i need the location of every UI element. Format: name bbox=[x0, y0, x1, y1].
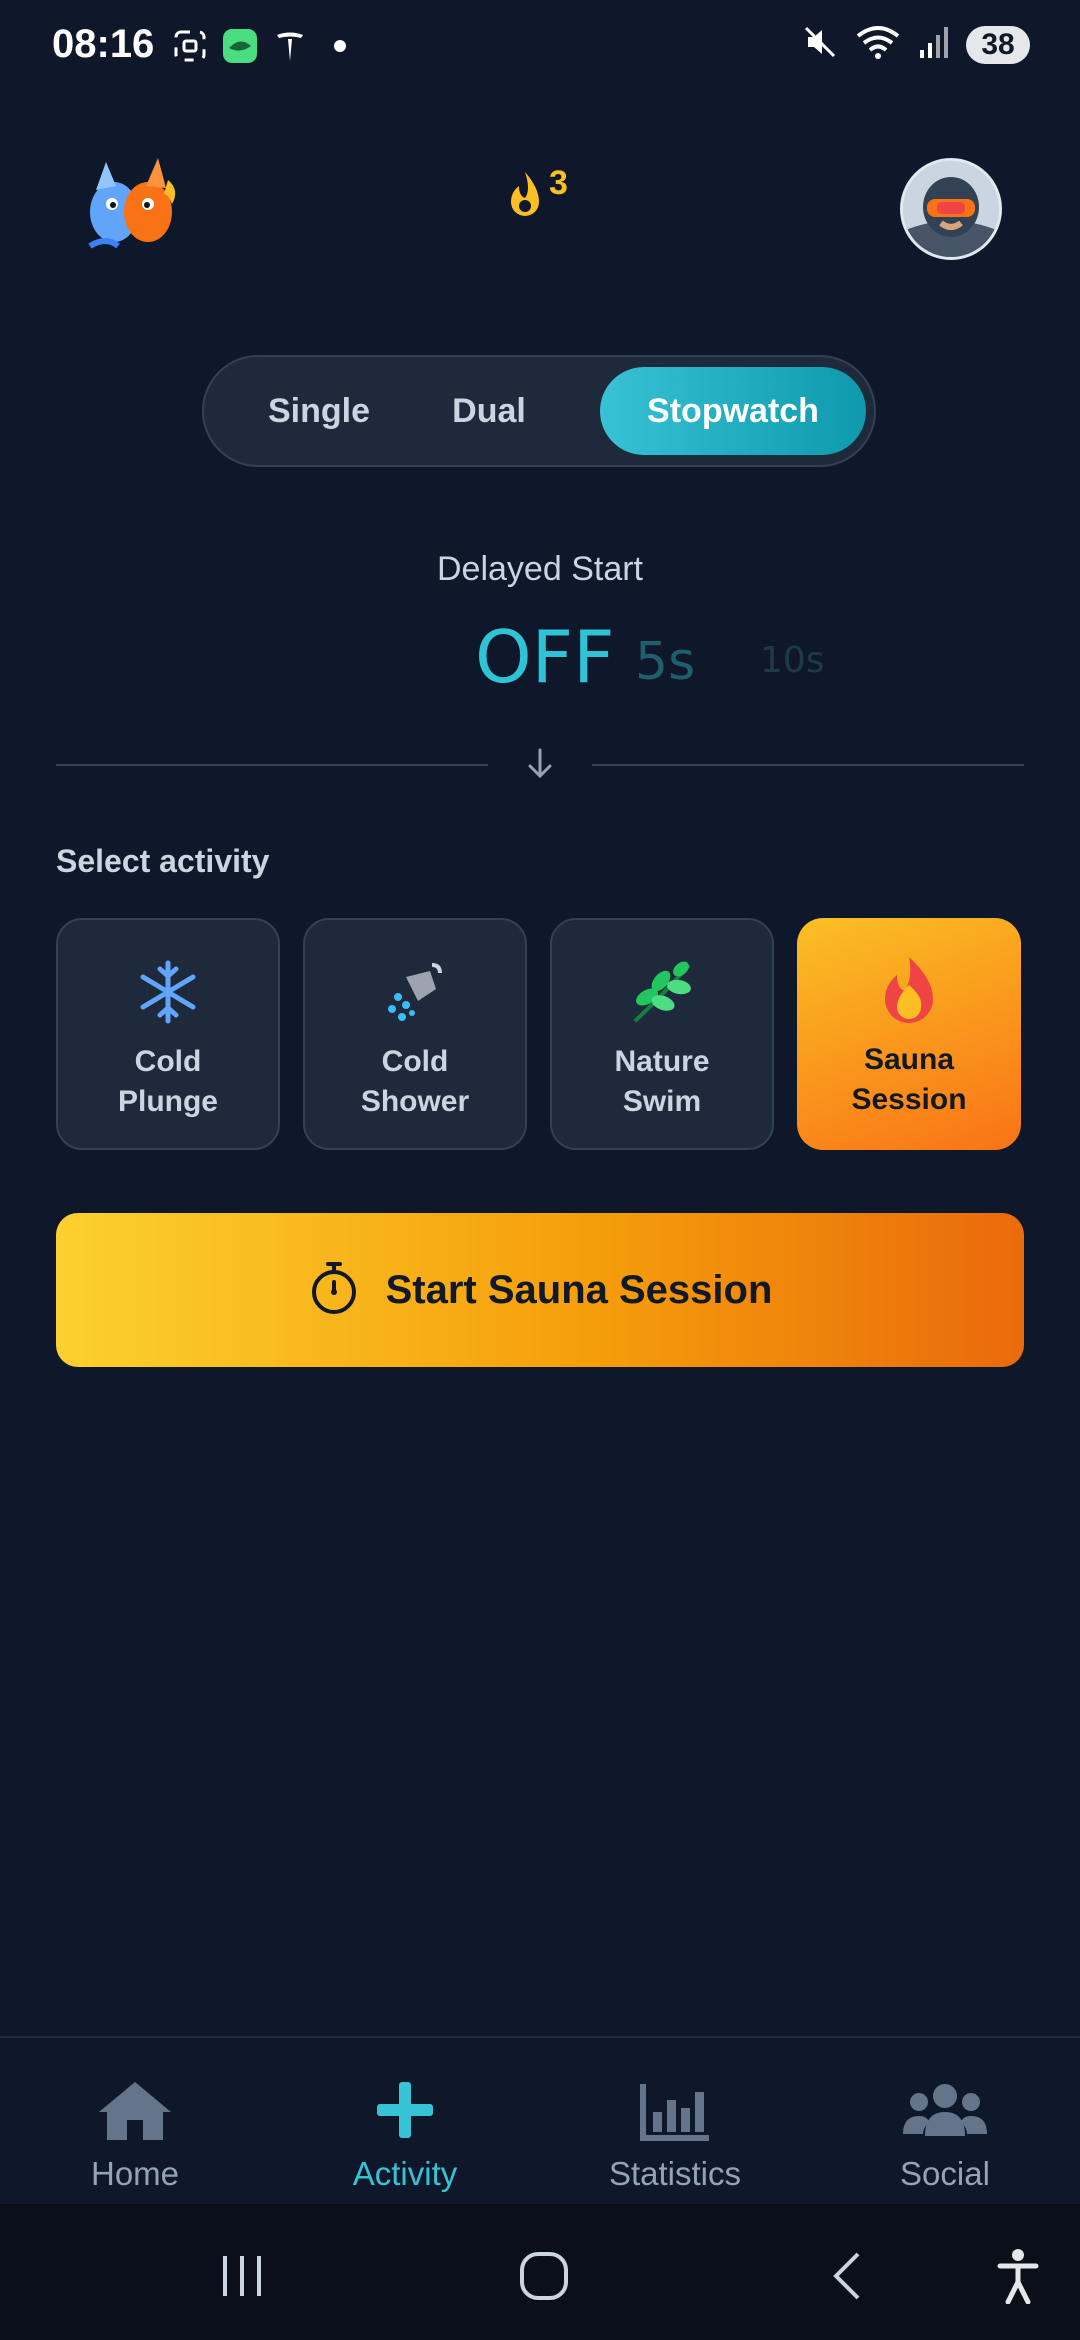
streak-indicator[interactable]: 3 bbox=[505, 164, 568, 227]
activity-label: Sauna Session bbox=[851, 1043, 967, 1116]
nav-social[interactable]: Social bbox=[810, 2078, 1080, 2193]
nav-social-label: Social bbox=[900, 2155, 990, 2192]
activity-card-cold-plunge[interactable]: Cold Plunge bbox=[56, 918, 280, 1150]
battery-level: 38 bbox=[966, 25, 1030, 64]
activity-card-sauna-session[interactable]: Sauna Session bbox=[797, 918, 1021, 1150]
start-session-button[interactable]: Start Sauna Session bbox=[56, 1213, 1024, 1367]
streak-count: 3 bbox=[549, 164, 568, 202]
activity-card-cold-shower[interactable]: Cold Shower bbox=[303, 918, 527, 1150]
home-system-icon[interactable] bbox=[514, 2248, 574, 2304]
delay-option-5s[interactable]: 5s bbox=[635, 632, 695, 692]
wifi-icon bbox=[856, 24, 900, 65]
accessibility-icon[interactable] bbox=[988, 2248, 1048, 2304]
activity-label: Cold Shower bbox=[360, 1045, 470, 1118]
mascot-logo[interactable] bbox=[76, 150, 186, 260]
stopwatch-icon bbox=[308, 1260, 360, 1321]
status-icons-left bbox=[172, 28, 358, 64]
start-session-label: Start Sauna Session bbox=[385, 1267, 773, 1312]
status-time: 08:16 bbox=[52, 22, 155, 66]
tesla-icon bbox=[272, 28, 308, 64]
activity-label: Nature Swim bbox=[614, 1045, 710, 1118]
snowflake-icon bbox=[132, 956, 204, 1028]
mode-selector: Single Dual Stopwatch bbox=[202, 355, 876, 467]
delay-option-10s[interactable]: 10s bbox=[760, 640, 825, 681]
bar-chart-icon bbox=[639, 2078, 711, 2147]
divider bbox=[56, 764, 488, 766]
nav-statistics-label: Statistics bbox=[608, 2155, 742, 2192]
nav-home-label: Home bbox=[90, 2155, 180, 2192]
delay-option-off[interactable]: OFF bbox=[475, 615, 615, 699]
flame-icon bbox=[505, 170, 545, 227]
tab-stopwatch[interactable]: Stopwatch bbox=[600, 367, 866, 455]
activity-card-nature-swim[interactable]: Nature Swim bbox=[550, 918, 774, 1150]
recent-apps-icon[interactable] bbox=[212, 2248, 272, 2304]
arrow-down-icon bbox=[520, 744, 560, 784]
delayed-start-label: Delayed Start bbox=[437, 550, 643, 588]
activity-label: Cold Plunge bbox=[117, 1045, 218, 1118]
dot-icon bbox=[322, 28, 358, 64]
nav-statistics[interactable]: Statistics bbox=[540, 2078, 810, 2193]
screenshot-icon bbox=[172, 28, 208, 64]
bottom-nav: Home Activity Statistics Social bbox=[0, 2038, 1080, 2204]
fire-icon bbox=[873, 954, 945, 1026]
select-activity-label: Select activity bbox=[56, 843, 270, 879]
mute-icon bbox=[802, 24, 838, 65]
users-icon bbox=[901, 2078, 989, 2147]
divider bbox=[592, 764, 1024, 766]
signal-icon bbox=[918, 26, 948, 63]
shower-icon bbox=[379, 956, 451, 1028]
app-notification-icon bbox=[222, 28, 258, 64]
nav-activity[interactable]: Activity bbox=[270, 2078, 540, 2193]
user-avatar[interactable] bbox=[900, 158, 1002, 260]
tab-dual[interactable]: Dual bbox=[414, 367, 564, 455]
nav-activity-label: Activity bbox=[352, 2155, 458, 2192]
plus-icon bbox=[373, 2078, 437, 2147]
herb-icon bbox=[626, 956, 698, 1028]
nav-home[interactable]: Home bbox=[0, 2078, 270, 2193]
status-icons-right: 38 bbox=[802, 24, 1030, 65]
system-nav-bar bbox=[0, 2204, 1080, 2340]
home-icon bbox=[95, 2078, 175, 2147]
back-icon[interactable] bbox=[818, 2248, 878, 2304]
tab-single[interactable]: Single bbox=[244, 367, 394, 455]
